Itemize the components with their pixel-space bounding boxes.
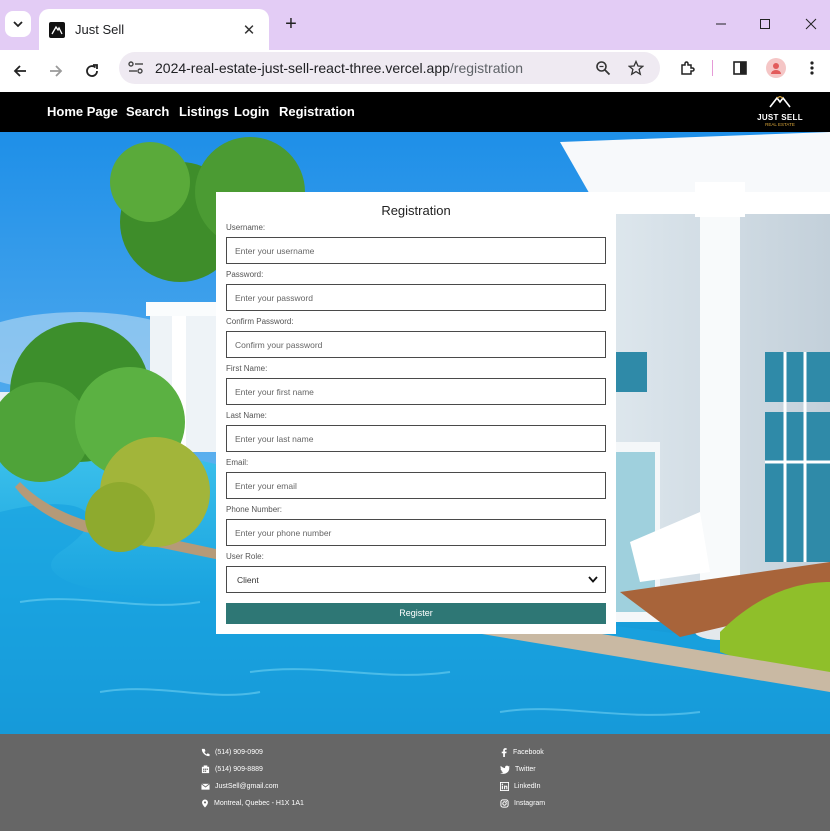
user-role-label: User Role:	[226, 552, 264, 561]
linkedin-icon	[500, 782, 509, 791]
footer-twitter-link[interactable]: Twitter	[500, 765, 536, 774]
browser-tab[interactable]: Just Sell ✕	[39, 9, 269, 50]
user-role-select[interactable]: Client	[226, 566, 606, 593]
last-name-label: Last Name:	[226, 411, 267, 420]
email-icon	[201, 783, 210, 790]
footer-instagram-link[interactable]: Instagram	[500, 799, 545, 808]
zoom-search-icon[interactable]	[593, 58, 613, 78]
extensions-icon[interactable]	[677, 58, 697, 78]
register-button[interactable]: Register	[226, 603, 606, 624]
fax-icon	[201, 765, 210, 774]
email-input[interactable]	[226, 472, 606, 499]
password-input[interactable]	[226, 284, 606, 311]
first-name-label: First Name:	[226, 364, 268, 373]
url-path: /registration	[449, 60, 524, 76]
tab-title: Just Sell	[75, 22, 125, 37]
footer-linkedin-link[interactable]: LinkedIn	[500, 782, 540, 791]
confirm-password-input[interactable]	[226, 331, 606, 358]
first-name-input[interactable]	[226, 378, 606, 405]
nav-link-listings[interactable]: Listings	[179, 104, 229, 119]
brand-subtitle: REAL ESTATE	[765, 122, 795, 127]
email-label: Email:	[226, 458, 249, 467]
address-bar[interactable]: 2024-real-estate-just-sell-react-three.v…	[119, 52, 660, 84]
phone-icon	[201, 748, 210, 757]
user-icon	[771, 63, 781, 74]
phone-input[interactable]	[226, 519, 606, 546]
footer-phone: (514) 909-0909	[201, 748, 263, 757]
reload-icon[interactable]	[79, 58, 105, 84]
registration-form-card: Registration Username: Password: Confirm…	[216, 192, 616, 634]
footer-email-text: JustSell@gmail.com	[215, 783, 279, 790]
site-navbar: Home Page Search Listings Login Registra…	[0, 92, 830, 132]
footer-twitter-text: Twitter	[515, 766, 536, 773]
brand-logo[interactable]: JUST SELL REAL ESTATE	[757, 95, 803, 129]
brand-name: JUST SELL	[757, 113, 803, 122]
site-info-icon[interactable]	[127, 60, 145, 76]
form-title: Registration	[381, 203, 451, 218]
new-tab-button[interactable]: +	[280, 12, 302, 36]
nav-link-login[interactable]: Login	[234, 104, 269, 119]
nav-link-search[interactable]: Search	[126, 104, 169, 119]
footer-facebook-text: Facebook	[513, 749, 544, 756]
footer-email[interactable]: JustSell@gmail.com	[201, 782, 279, 791]
location-pin-icon	[202, 799, 208, 808]
footer-address-text: Montreal, Quebec - H1X 1A1	[214, 800, 304, 807]
browser-menu-icon[interactable]	[802, 58, 822, 78]
footer-address: Montreal, Quebec - H1X 1A1	[201, 799, 304, 808]
url-host: 2024-real-estate-just-sell-react-three.v…	[155, 60, 450, 76]
footer-fax-text: (514) 909-8889	[215, 766, 263, 773]
twitter-icon	[500, 765, 510, 774]
logo-roof-icon	[769, 95, 791, 108]
back-arrow-icon[interactable]	[7, 58, 33, 84]
site-favicon-icon	[49, 21, 65, 38]
password-label: Password:	[226, 270, 264, 279]
chevron-down-icon	[13, 21, 23, 28]
maximize-icon[interactable]	[755, 14, 775, 34]
footer-linkedin-text: LinkedIn	[514, 783, 541, 790]
phone-label: Phone Number:	[226, 505, 283, 514]
profile-avatar[interactable]	[766, 58, 786, 78]
browser-tab-strip: Just Sell ✕ +	[0, 0, 830, 50]
footer-phone-text: (514) 909-0909	[215, 749, 263, 756]
footer-fax: (514) 909-8889	[201, 765, 263, 774]
nav-link-registration[interactable]: Registration	[279, 104, 355, 119]
side-panel-icon[interactable]	[730, 58, 750, 78]
username-input[interactable]	[226, 237, 606, 264]
facebook-icon	[501, 748, 507, 757]
username-label: Username:	[226, 223, 266, 232]
footer-facebook-link[interactable]: Facebook	[500, 748, 544, 757]
footer-instagram-text: Instagram	[514, 800, 546, 807]
tab-close-icon[interactable]: ✕	[239, 21, 259, 39]
chevron-down-icon	[588, 576, 598, 583]
site-footer: (514) 909-0909 (514) 909-8889 JustSell@g…	[0, 734, 830, 831]
tab-search-button[interactable]	[5, 11, 31, 37]
close-window-icon[interactable]	[801, 14, 821, 34]
confirm-password-label: Confirm Password:	[226, 317, 294, 326]
url-text: 2024-real-estate-just-sell-react-three.v…	[155, 60, 523, 76]
user-role-value: Client	[237, 575, 259, 585]
minimize-icon[interactable]	[711, 14, 731, 34]
nav-link-home[interactable]: Home Page	[47, 104, 118, 119]
forward-arrow-icon[interactable]	[43, 58, 69, 84]
toolbar-separator	[712, 60, 713, 76]
instagram-icon	[500, 799, 509, 808]
last-name-input[interactable]	[226, 425, 606, 452]
bookmark-star-icon[interactable]	[626, 58, 646, 78]
